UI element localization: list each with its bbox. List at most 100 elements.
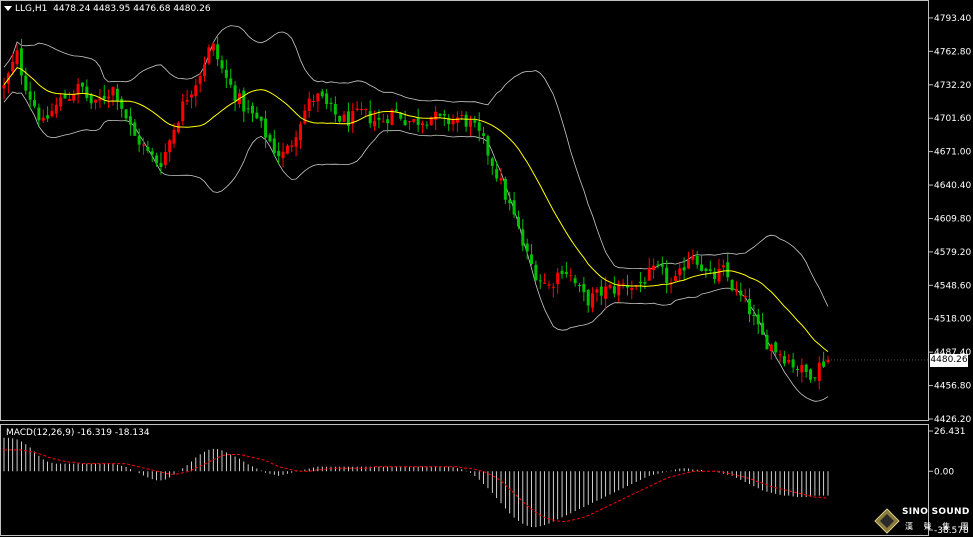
chart-canvas[interactable]: 4793.40 4762.80 4732.20 4701.60 4671.00 4640.… — [0, 0, 973, 537]
candle — [569, 268, 573, 282]
candle-body — [577, 285, 581, 287]
candle — [281, 142, 285, 168]
candle-body — [451, 119, 455, 125]
candle — [700, 254, 704, 272]
candle — [54, 97, 58, 118]
candle-body — [246, 108, 250, 110]
candle — [582, 277, 586, 302]
candle-body — [224, 69, 228, 78]
candle-body — [586, 290, 590, 306]
candle-body — [294, 137, 298, 147]
macd-values: -16.319 -18.134 — [77, 428, 150, 438]
candle — [194, 78, 198, 107]
candle — [303, 104, 307, 125]
candle-body — [181, 101, 185, 122]
candle-body — [822, 361, 826, 367]
candle-body — [573, 278, 577, 284]
candle — [298, 121, 302, 149]
candle-body — [569, 275, 573, 277]
moving-average-line — [3, 67, 829, 353]
macd-label: MACD(12,26,9) — [6, 428, 75, 438]
candle — [756, 308, 760, 335]
candle-body — [691, 255, 695, 260]
candle-body — [647, 267, 651, 281]
candle-body — [477, 122, 481, 131]
candle-body — [503, 178, 507, 200]
candle-body — [89, 95, 93, 104]
candle — [726, 252, 730, 282]
candle — [573, 274, 577, 287]
candle — [521, 218, 525, 252]
candle — [591, 287, 595, 313]
candle-body — [455, 117, 459, 123]
candle-body — [490, 158, 494, 166]
candle-body — [761, 322, 765, 335]
candle-body — [743, 295, 747, 298]
candle-body — [285, 145, 289, 154]
candle — [429, 116, 433, 126]
candle-body — [673, 276, 677, 281]
price-tick-label: 4456.80 — [934, 382, 971, 392]
candle-body — [37, 107, 41, 121]
candle — [163, 143, 167, 169]
triangle-down-icon[interactable] — [4, 6, 12, 11]
candle — [708, 260, 712, 275]
candle-body — [686, 260, 690, 269]
candle — [115, 83, 119, 110]
candle-body — [111, 87, 115, 96]
candle — [621, 278, 625, 289]
candle — [312, 94, 316, 108]
candle — [804, 363, 808, 378]
candle-body — [708, 269, 712, 271]
candle — [390, 108, 394, 126]
candle-body — [133, 122, 137, 136]
candle — [294, 130, 298, 157]
candle — [547, 280, 551, 290]
candle-body — [320, 91, 324, 97]
candle-body — [782, 356, 786, 364]
candle — [451, 114, 455, 132]
candle — [665, 259, 669, 294]
candle — [486, 134, 490, 165]
candle — [534, 260, 538, 282]
candle-body — [80, 82, 84, 87]
candle-body — [630, 288, 634, 290]
candle — [172, 123, 176, 148]
candle — [338, 115, 342, 124]
price-tick-label: 4609.80 — [934, 214, 971, 224]
candle — [464, 111, 468, 132]
candle — [412, 118, 416, 124]
candle-body — [473, 120, 477, 123]
candle-body — [268, 135, 272, 142]
candle — [102, 84, 106, 105]
candle-body — [639, 281, 643, 284]
candle — [713, 267, 717, 284]
candle-body — [377, 117, 381, 120]
price-tick-label: 4701.60 — [934, 114, 971, 124]
candle-body — [612, 286, 616, 294]
candle-body — [303, 110, 307, 124]
candle-body — [163, 152, 167, 165]
candle — [181, 93, 185, 126]
candle-body — [242, 90, 246, 112]
candle-body — [381, 121, 385, 123]
candle — [251, 102, 255, 123]
candle — [608, 283, 612, 290]
candle-body — [643, 282, 647, 284]
candle — [316, 92, 320, 113]
candle-body — [120, 98, 124, 109]
candle-body — [530, 254, 534, 265]
bollinger-bands — [3, 25, 829, 402]
candle — [207, 44, 211, 65]
candle — [556, 268, 560, 294]
candle-body — [769, 344, 773, 352]
candle-body — [604, 286, 608, 299]
candle — [782, 350, 786, 367]
candle-body — [85, 86, 89, 99]
candle — [695, 251, 699, 269]
candle-body — [660, 264, 664, 267]
candle-body — [621, 283, 625, 285]
candle — [355, 101, 359, 112]
candle-body — [486, 136, 490, 156]
candle-body — [800, 365, 804, 373]
